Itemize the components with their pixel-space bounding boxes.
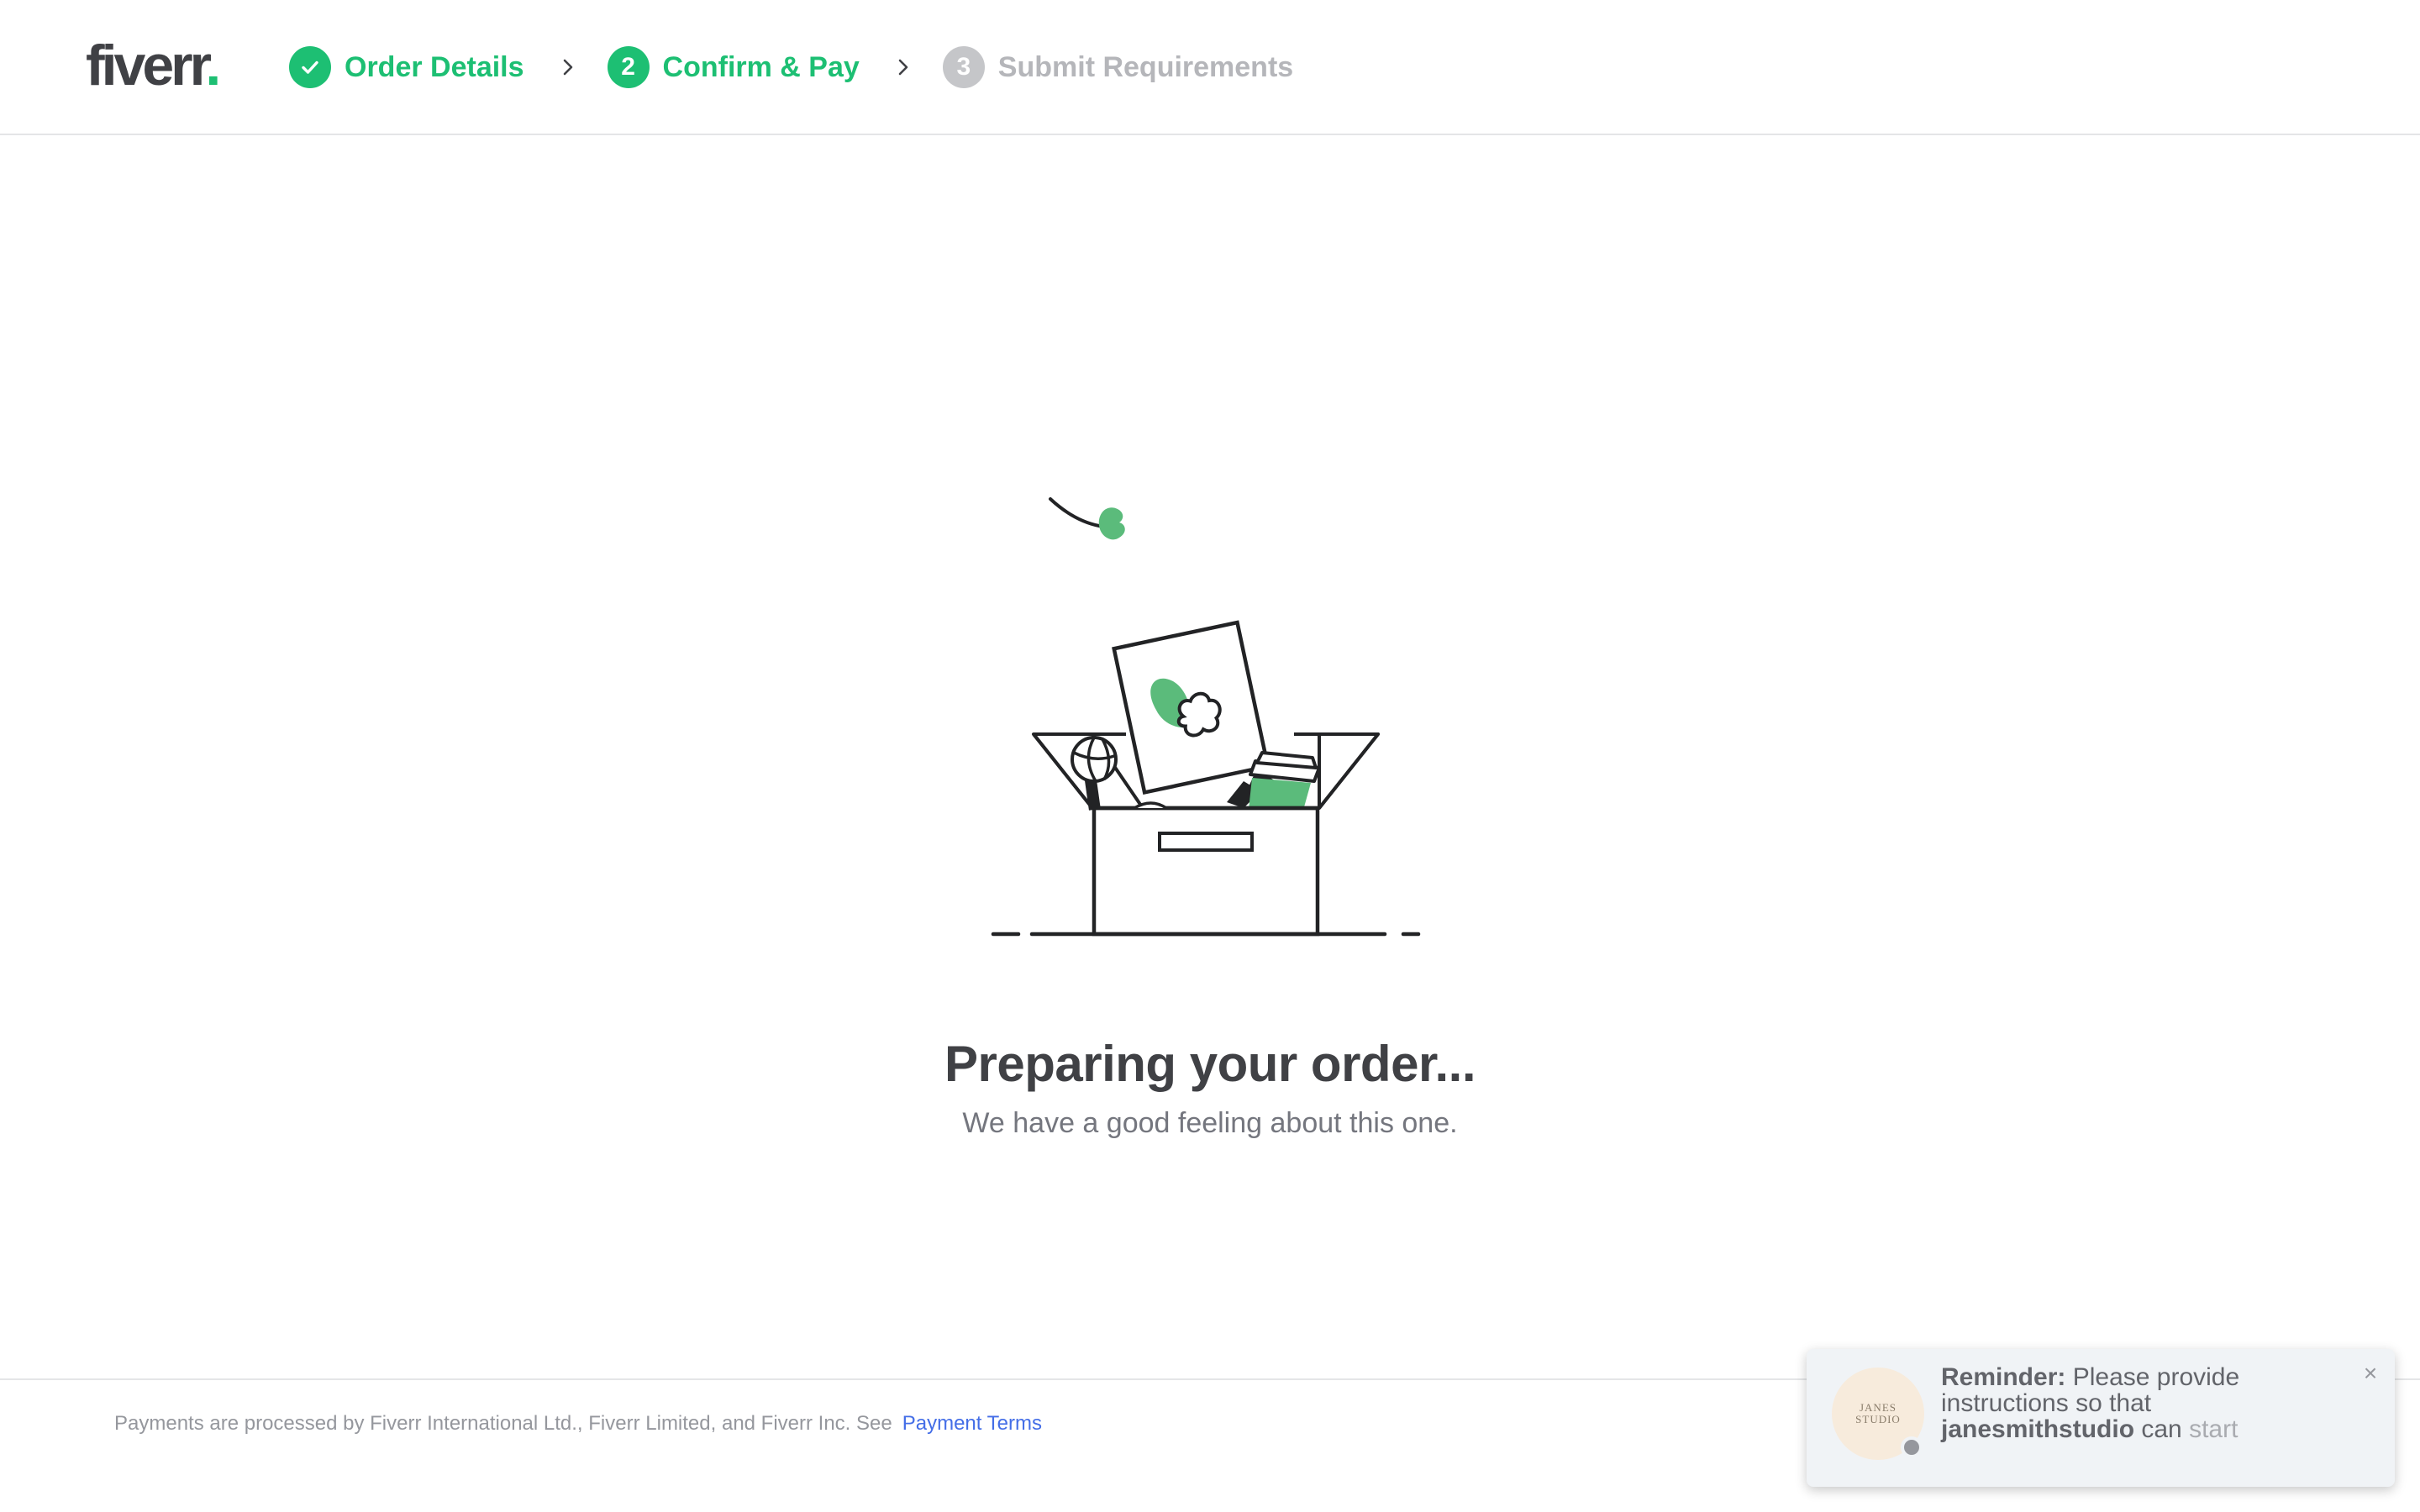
avatar-logo-line2: STUDIO xyxy=(1855,1413,1901,1425)
toast-tail-1: can xyxy=(2141,1415,2182,1443)
payment-disclaimer-text: Payments are processed by Fiverr Interna… xyxy=(114,1412,892,1435)
page-title: Preparing your order... xyxy=(944,1036,1476,1092)
chevron-right-icon xyxy=(550,44,587,91)
toast-tail-2: start xyxy=(2189,1415,2238,1443)
logo-dot: . xyxy=(205,34,221,97)
logo-text: fiverr xyxy=(86,34,208,97)
avatar-logo-line1: JANES xyxy=(1859,1401,1897,1414)
step-number-2: 2 xyxy=(607,46,650,88)
payment-disclaimer: Payments are processed by Fiverr Interna… xyxy=(114,1412,1042,1436)
reminder-toast[interactable]: JANES STUDIO Reminder: Please provide in… xyxy=(1807,1349,2395,1487)
step-order-details[interactable]: Order Details xyxy=(289,46,524,88)
check-icon xyxy=(289,46,331,88)
order-box-illustration xyxy=(975,479,1445,949)
chevron-right-icon xyxy=(885,44,922,91)
offline-status-dot xyxy=(1901,1436,1923,1458)
toast-label: Reminder: xyxy=(1941,1363,2066,1391)
step-label-confirm-pay: Confirm & Pay xyxy=(662,50,860,83)
top-header: fiverr. Order Details 2 Confirm & Pay 3 … xyxy=(0,0,2420,135)
toast-username: janesmithstudio xyxy=(1941,1415,2135,1443)
step-number-3: 3 xyxy=(942,46,985,88)
step-label-submit-requirements: Submit Requirements xyxy=(997,50,1294,83)
page-subtitle: We have a good feeling about this one. xyxy=(962,1107,1458,1139)
toast-message: Reminder: Please provide instructions so… xyxy=(1941,1364,2336,1442)
step-label-order-details: Order Details xyxy=(345,50,524,83)
step-submit-requirements[interactable]: 3 Submit Requirements xyxy=(942,46,1294,88)
step-confirm-pay[interactable]: 2 Confirm & Pay xyxy=(607,46,860,88)
close-icon[interactable]: × xyxy=(2358,1361,2383,1386)
checkout-steps: Order Details 2 Confirm & Pay 3 Submit R… xyxy=(289,44,1293,91)
fiverr-logo[interactable]: fiverr. xyxy=(86,32,221,99)
payment-terms-link[interactable]: Payment Terms xyxy=(902,1412,1042,1435)
